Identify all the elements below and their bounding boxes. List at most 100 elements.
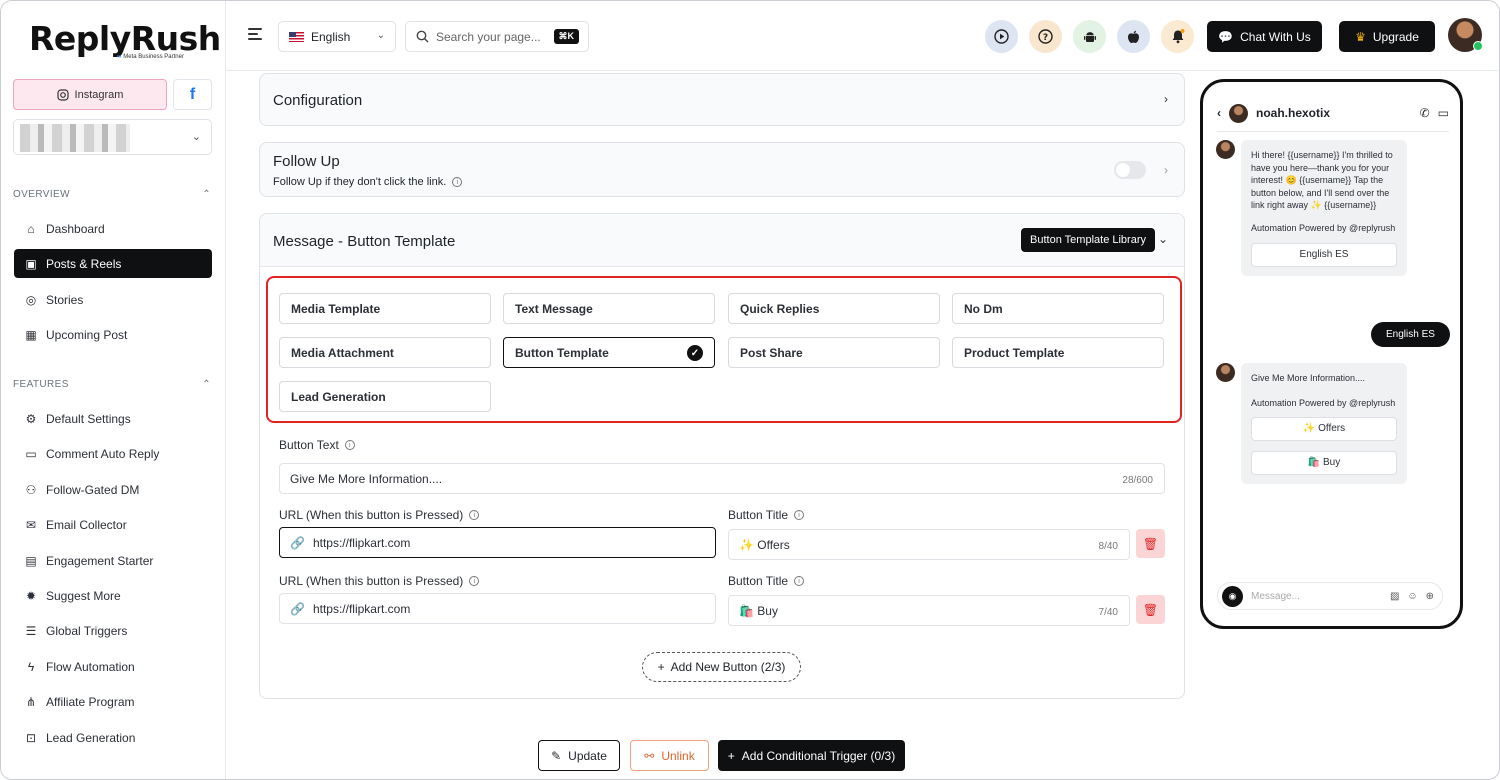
- delete-button-1[interactable]: 🗑: [1136, 529, 1165, 558]
- button-title-input-2[interactable]: 🛍️ Buy 7/40: [728, 595, 1130, 626]
- sidebar-item-posts-reels[interactable]: ▣ Posts & Reels: [14, 249, 212, 278]
- template-option-text-message[interactable]: Text Message: [503, 293, 715, 324]
- sidebar-item-flow-automation[interactable]: ϟ Flow Automation: [14, 652, 212, 681]
- template-option-media-template[interactable]: Media Template: [279, 293, 491, 324]
- chat-icon: 💬: [1218, 29, 1234, 44]
- app-window: ReplyRush ∞ Meta Business Partner Instagr…: [0, 0, 1500, 780]
- chat-with-us-button[interactable]: 💬 Chat With Us: [1207, 21, 1322, 52]
- message-icon: ▤: [25, 553, 37, 568]
- phone-call-icon[interactable]: ✆: [1420, 106, 1430, 120]
- sidebar-item-follow-gated-dm[interactable]: ⚇ Follow-Gated DM: [14, 475, 212, 504]
- url-input-1[interactable]: 🔗 https://flipkart.com: [279, 527, 716, 558]
- user-reply: English ES: [1371, 322, 1450, 347]
- link-icon: 🔗: [290, 601, 305, 616]
- add-conditional-trigger-button[interactable]: + Add Conditional Trigger (0/3): [718, 740, 905, 771]
- video-call-icon[interactable]: ▭: [1438, 106, 1449, 120]
- add-circle-icon[interactable]: ⊕: [1426, 591, 1434, 602]
- instagram-tab[interactable]: Instagram: [13, 79, 167, 110]
- chevron-right-icon[interactable]: ›: [1164, 163, 1168, 177]
- template-option-lead-generation[interactable]: Lead Generation: [279, 381, 491, 412]
- back-icon[interactable]: ‹: [1217, 106, 1221, 120]
- url-input-2[interactable]: 🔗 https://flipkart.com: [279, 593, 716, 624]
- account-selector[interactable]: ⌄: [13, 119, 212, 155]
- template-option-product-template[interactable]: Product Template: [952, 337, 1164, 368]
- template-library-button[interactable]: Button Template Library: [1021, 228, 1155, 252]
- follow-up-toggle[interactable]: [1114, 161, 1146, 179]
- chevron-down-icon: ⌄: [191, 131, 201, 143]
- info-icon: i: [794, 576, 805, 586]
- image-icon: ▣: [25, 256, 37, 271]
- camera-icon[interactable]: ◉: [1222, 585, 1243, 607]
- sidebar-item-engagement-starter[interactable]: ▤ Engagement Starter: [14, 546, 212, 575]
- delete-button-2[interactable]: 🗑: [1136, 595, 1165, 624]
- link-icon: 🔗: [290, 535, 305, 550]
- plus-icon: +: [657, 660, 665, 674]
- add-new-button[interactable]: + Add New Button (2/3): [642, 652, 801, 682]
- char-counter: 7/40: [1098, 607, 1118, 618]
- language-select[interactable]: English ⌄: [278, 21, 396, 52]
- apple-icon[interactable]: [1117, 20, 1150, 53]
- configuration-section[interactable]: Configuration ›: [259, 73, 1185, 126]
- sidebar-item-upcoming-post[interactable]: ▦ Upcoming Post: [14, 320, 212, 349]
- message-input[interactable]: ◉ Message... ▨ ☺ ⊕: [1217, 582, 1443, 610]
- message-button[interactable]: English ES: [1251, 242, 1397, 267]
- template-option-button-template[interactable]: Button Template ✓: [503, 337, 715, 368]
- info-icon: i: [469, 576, 480, 586]
- message-button-offers[interactable]: ✨ Offers: [1251, 417, 1397, 442]
- button-text-input[interactable]: Give Me More Information.... 28/600: [279, 463, 1165, 494]
- unlink-button[interactable]: ⚯ Unlink: [630, 740, 709, 771]
- menu-icon[interactable]: [248, 28, 262, 43]
- crown-icon: ♛: [1355, 29, 1366, 44]
- template-option-media-attachment[interactable]: Media Attachment: [279, 337, 491, 368]
- play-icon[interactable]: [985, 20, 1018, 53]
- sender-avatar: [1216, 140, 1235, 159]
- sidebar-item-stories[interactable]: ◎ Stories: [14, 285, 212, 314]
- user-avatar[interactable]: [1448, 18, 1483, 52]
- facebook-tab[interactable]: f: [173, 79, 212, 110]
- sidebar-item-dashboard[interactable]: ⌂ Dashboard: [14, 214, 212, 243]
- sidebar-item-lead-generation[interactable]: ⊡ Lead Generation: [14, 723, 212, 752]
- sidebar-item-default-settings[interactable]: ⚙ Default Settings: [14, 404, 212, 433]
- info-icon: i: [794, 510, 805, 520]
- svg-text:?: ?: [1043, 33, 1048, 43]
- upgrade-button[interactable]: ♛ Upgrade: [1339, 21, 1435, 52]
- char-counter: 28/600: [1122, 475, 1153, 486]
- message-button-buy[interactable]: 🛍️ Buy: [1251, 451, 1397, 476]
- chevron-down-icon: ⌄: [376, 30, 385, 41]
- template-option-post-share[interactable]: Post Share: [728, 337, 940, 368]
- search-input[interactable]: Search your page... ⌘K: [405, 21, 589, 52]
- brand-subtitle: ∞ Meta Business Partner: [117, 54, 184, 60]
- android-icon[interactable]: [1073, 20, 1106, 53]
- help-icon[interactable]: ?: [1029, 20, 1062, 53]
- lead-icon: ⊡: [25, 730, 37, 745]
- sidebar-item-affiliate-program[interactable]: ⋔ Affiliate Program: [14, 687, 212, 716]
- update-button[interactable]: ✎ Update: [538, 740, 620, 771]
- gallery-icon[interactable]: ▨: [1390, 591, 1399, 602]
- users-icon: ⚇: [25, 482, 37, 497]
- button-title-input-1[interactable]: ✨ Offers 8/40: [728, 529, 1130, 560]
- features-section-title[interactable]: FEATURES ⌃: [13, 379, 211, 390]
- char-counter: 8/40: [1098, 541, 1118, 552]
- edit-icon: ✎: [551, 748, 562, 763]
- chevron-down-icon[interactable]: ⌄: [1158, 232, 1168, 246]
- top-bar: English ⌄ Search your page... ⌘K ? 💬 Cha…: [226, 1, 1499, 71]
- template-option-no-dm[interactable]: No Dm: [952, 293, 1164, 324]
- button-text-label: Button Text i: [279, 438, 355, 452]
- bell-icon[interactable]: [1161, 20, 1194, 53]
- chevron-up-icon: ⌃: [202, 379, 211, 390]
- sidebar-item-comment-auto-reply[interactable]: ▭ Comment Auto Reply: [14, 439, 212, 468]
- info-icon: i: [469, 510, 480, 520]
- template-option-quick-replies[interactable]: Quick Replies: [728, 293, 940, 324]
- phone-preview: ‹ noah.hexotix ✆ ▭ Hi there! {{username}…: [1200, 79, 1463, 629]
- trash-icon: 🗑: [1142, 536, 1159, 551]
- blurred-account-avatar: [20, 124, 130, 152]
- sidebar-item-email-collector[interactable]: ✉ Email Collector: [14, 510, 212, 539]
- sidebar-item-suggest-more[interactable]: ✹ Suggest More: [14, 581, 212, 610]
- follow-up-section: Follow Up Follow Up if they don't click …: [259, 142, 1185, 197]
- overview-section-title[interactable]: OVERVIEW ⌃: [13, 189, 211, 200]
- home-icon: ⌂: [27, 221, 35, 236]
- plus-icon: +: [727, 748, 735, 763]
- sticker-icon[interactable]: ☺: [1407, 591, 1417, 602]
- url-label: URL (When this button is Pressed) i: [279, 508, 480, 522]
- sidebar-item-global-triggers[interactable]: ☰ Global Triggers: [14, 616, 212, 645]
